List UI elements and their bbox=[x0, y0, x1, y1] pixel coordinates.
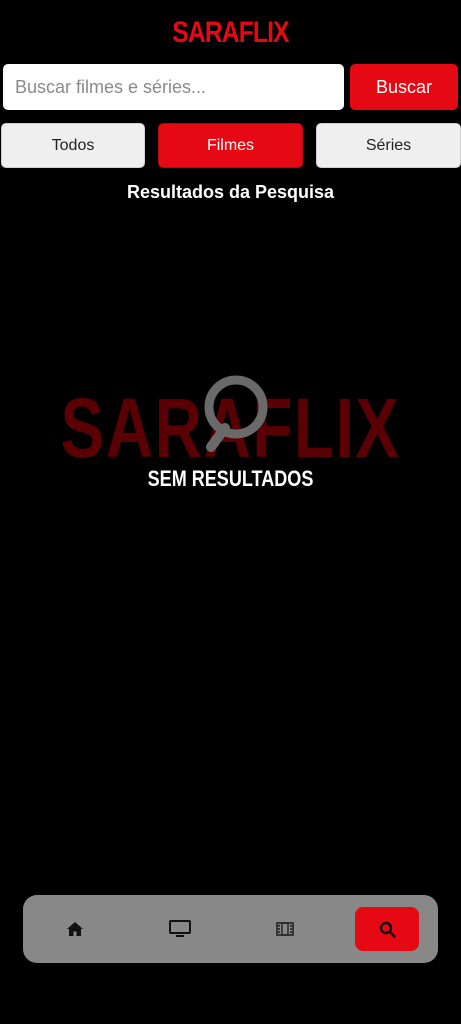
home-icon bbox=[67, 922, 83, 936]
search-icon bbox=[379, 921, 396, 938]
film-icon bbox=[276, 922, 294, 936]
search-input[interactable] bbox=[3, 64, 344, 110]
search-button[interactable]: Buscar bbox=[350, 64, 458, 110]
nav-home[interactable] bbox=[43, 907, 107, 951]
tv-icon bbox=[169, 920, 191, 937]
nav-tv[interactable] bbox=[148, 907, 212, 951]
empty-state-search-icon bbox=[204, 375, 268, 452]
nav-search[interactable] bbox=[355, 907, 419, 951]
bottom-nav bbox=[23, 895, 438, 963]
tab-filmes[interactable]: Filmes bbox=[158, 123, 303, 168]
tab-todos[interactable]: Todos bbox=[1, 123, 145, 168]
empty-state-text: SEM RESULTADOS bbox=[147, 466, 314, 491]
app-logo: SARAFLIX bbox=[172, 16, 289, 49]
nav-film[interactable] bbox=[253, 907, 317, 951]
tab-series[interactable]: Séries bbox=[316, 123, 461, 168]
results-title: Resultados da Pesquisa bbox=[126, 182, 335, 202]
